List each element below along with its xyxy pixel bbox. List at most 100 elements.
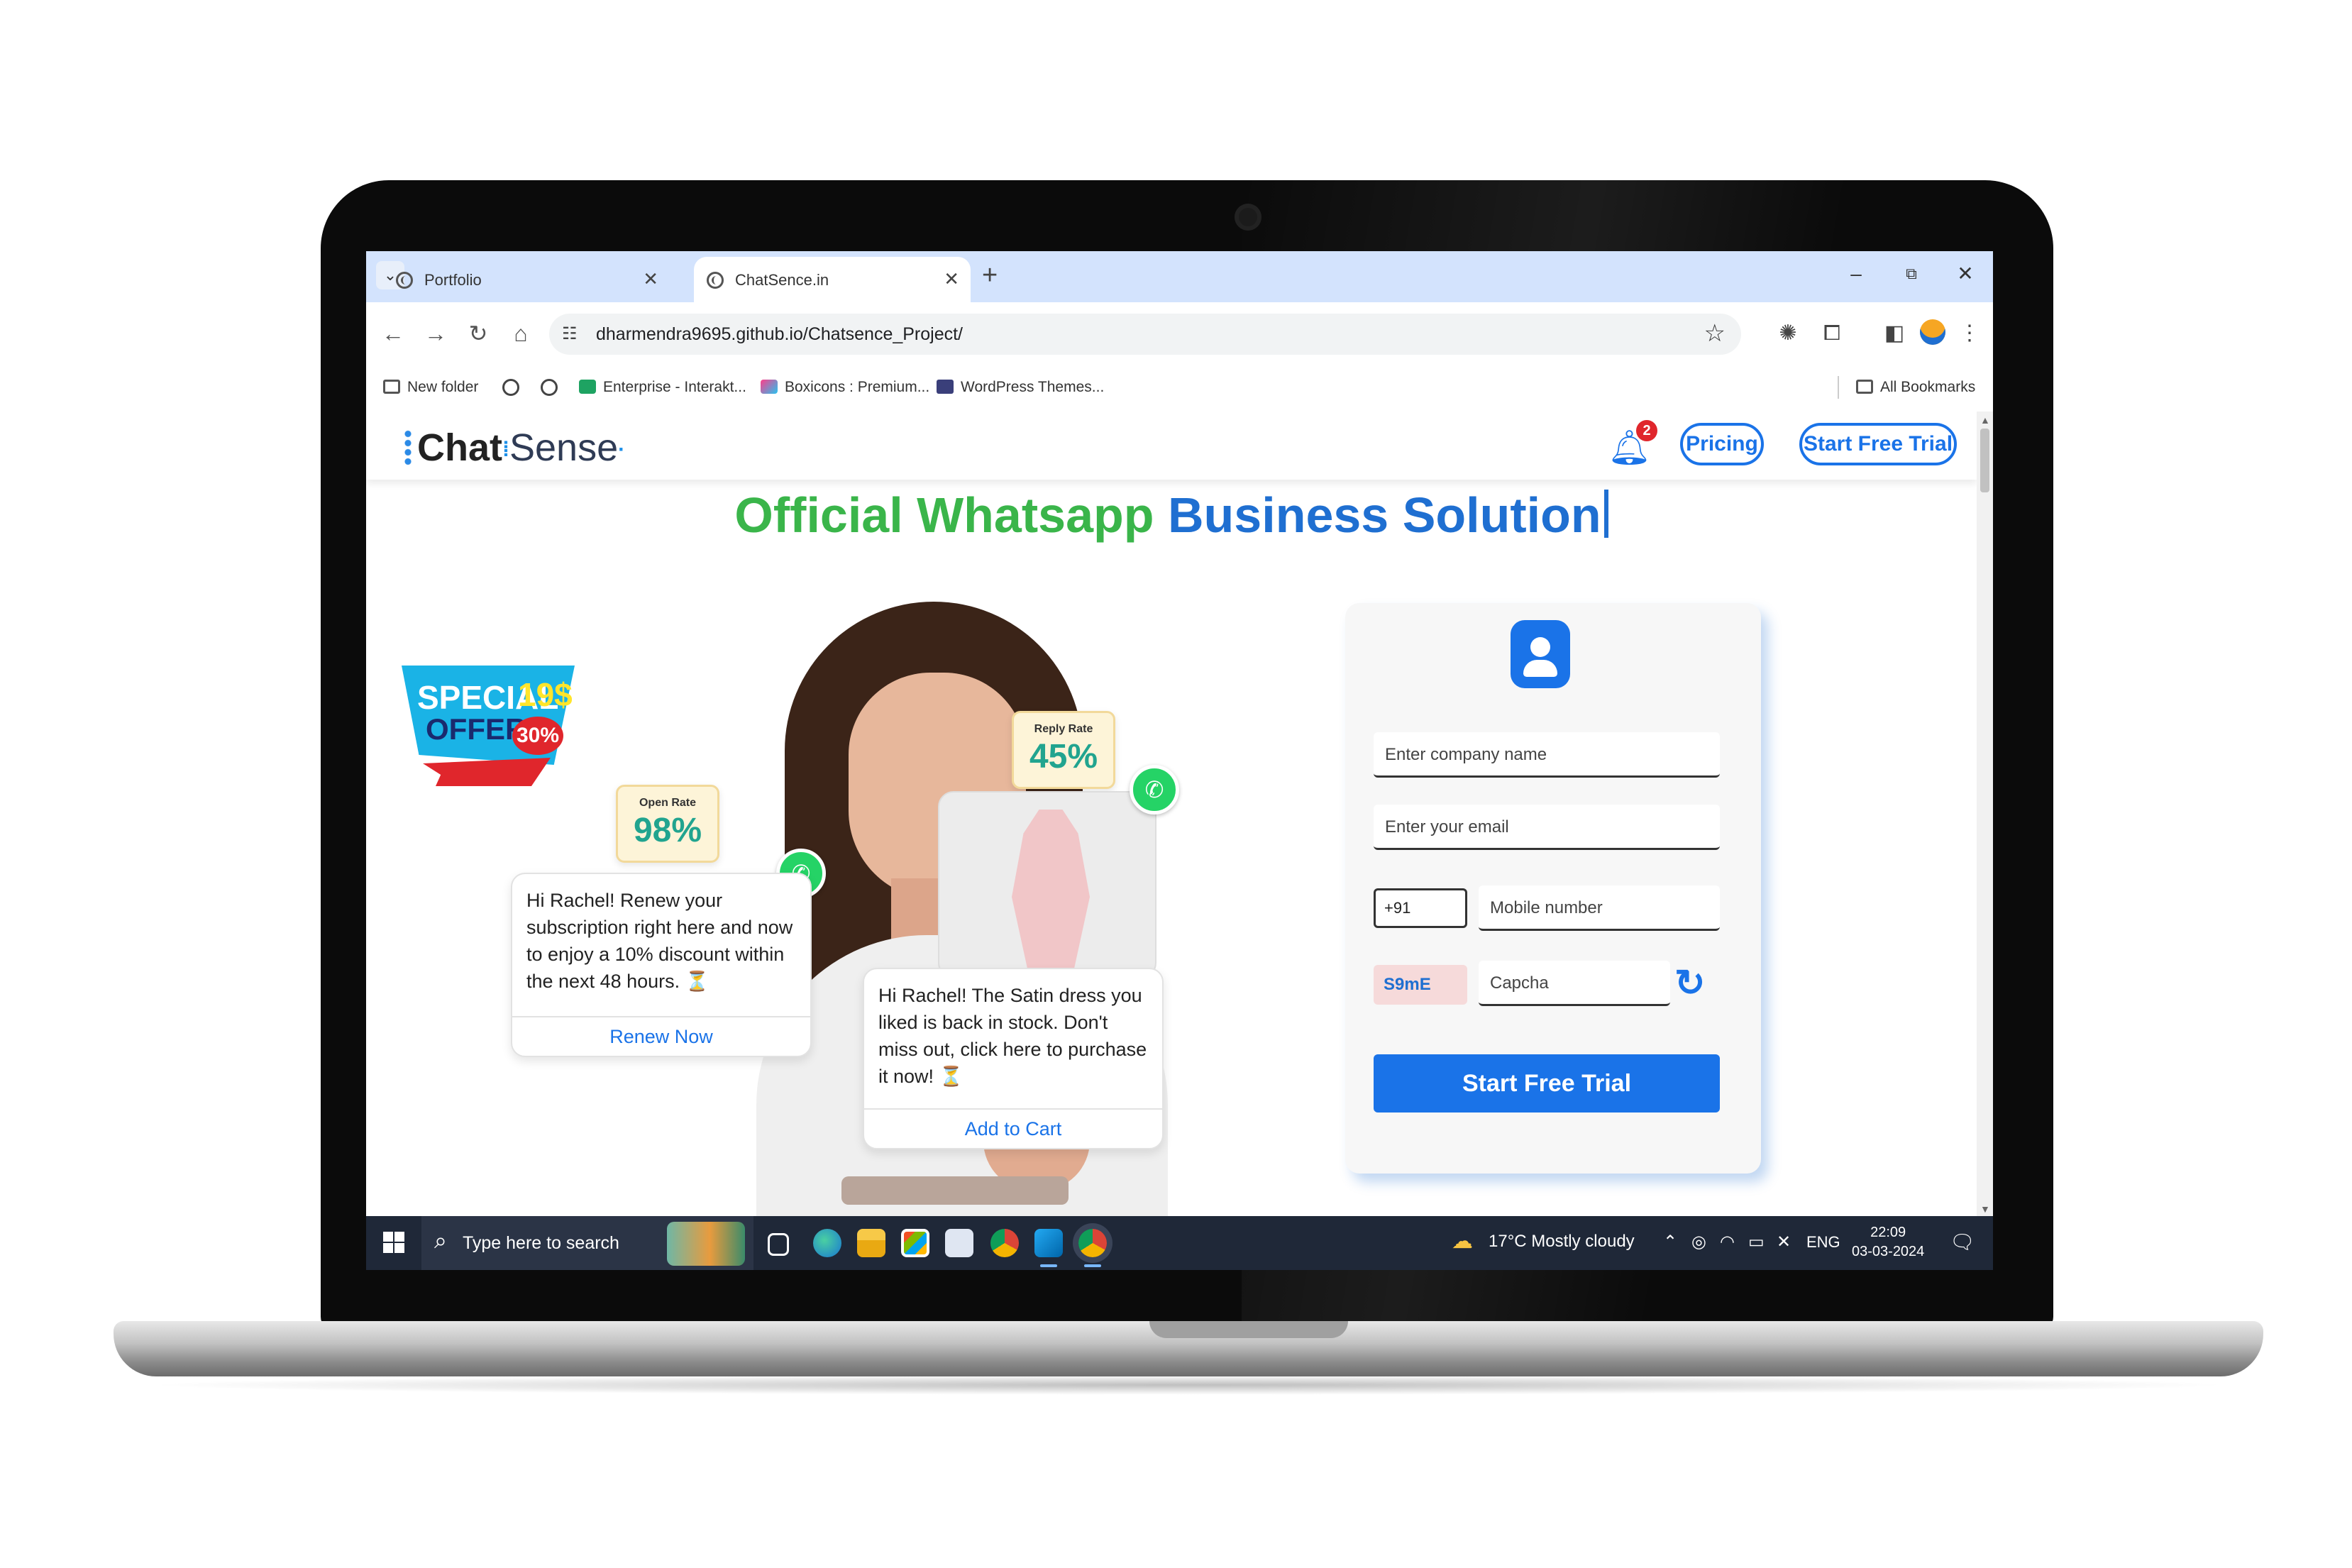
site-info-icon[interactable]: ☷: [562, 324, 578, 344]
chevron-up-icon[interactable]: ⌃: [1663, 1232, 1677, 1252]
wordpress-icon: [937, 380, 954, 394]
forward-button[interactable]: →: [421, 318, 450, 349]
close-tab-icon[interactable]: ✕: [944, 268, 959, 290]
close-tab-icon[interactable]: ✕: [643, 268, 658, 290]
bookmark-boxicons[interactable]: Boxicons : Premium...: [761, 379, 929, 396]
captcha-code: S9mE: [1374, 965, 1467, 1005]
form-start-trial-button[interactable]: Start Free Trial: [1374, 1054, 1720, 1112]
bookmarks-divider: [1838, 376, 1839, 399]
battery-icon[interactable]: ▭: [1748, 1232, 1765, 1252]
tab-portfolio[interactable]: Portfolio ✕: [383, 257, 670, 302]
stat-value: 98%: [633, 812, 702, 849]
vscode-icon[interactable]: [1034, 1229, 1063, 1267]
captcha-input[interactable]: Capcha: [1479, 961, 1670, 1006]
refresh-captcha-icon[interactable]: ↻: [1674, 962, 1706, 1005]
restore-button[interactable]: ⧉: [1897, 261, 1926, 287]
windows-start-icon[interactable]: [383, 1232, 404, 1253]
bookmark-globe-1[interactable]: [502, 379, 526, 398]
scroll-down-icon[interactable]: ▼: [1980, 1203, 1990, 1215]
renew-now-link[interactable]: Renew Now: [512, 1016, 810, 1056]
nav-start-trial-button[interactable]: Start Free Trial: [1799, 423, 1957, 465]
photos-icon[interactable]: [945, 1229, 973, 1257]
bookmark-interakt[interactable]: Enterprise - Interakt...: [579, 379, 746, 396]
reply-rate-card: Reply Rate 45%: [1012, 711, 1115, 789]
weather-icon[interactable]: ☁: [1452, 1229, 1473, 1254]
store-icon[interactable]: [901, 1229, 929, 1257]
notification-badge: 2: [1636, 420, 1657, 441]
scroll-up-icon[interactable]: ▲: [1980, 414, 1990, 426]
extension-icon[interactable]: ✺: [1774, 319, 1802, 348]
logo-chat-text: Chat: [417, 426, 502, 469]
network-icon[interactable]: ◎: [1691, 1232, 1706, 1252]
bookmark-star-icon[interactable]: ☆: [1704, 319, 1726, 348]
interakt-icon: [579, 380, 596, 394]
chat-bubble-dress: Hi Rachel! The Satin dress you liked is …: [863, 968, 1164, 1149]
chrome-active-icon[interactable]: [1078, 1229, 1107, 1267]
page-scrollbar[interactable]: ▲ ▼: [1977, 412, 1993, 1216]
chrome-icon[interactable]: [990, 1229, 1019, 1257]
minimize-button[interactable]: –: [1842, 261, 1870, 287]
language-indicator[interactable]: ENG: [1806, 1233, 1840, 1252]
back-button[interactable]: ←: [379, 318, 407, 349]
country-code-input[interactable]: +91: [1374, 888, 1467, 928]
wifi-icon[interactable]: ◠: [1720, 1232, 1735, 1252]
folder-icon: [1856, 380, 1873, 394]
whatsapp-icon: ✆: [1130, 765, 1179, 815]
address-bar[interactable]: ☷ dharmendra9695.github.io/Chatsence_Pro…: [549, 314, 1741, 355]
profile-avatar[interactable]: [1920, 319, 1945, 345]
bookmark-label: Boxicons : Premium...: [785, 379, 930, 395]
logo-sense-text: Sense: [509, 426, 619, 469]
bookmark-globe-2[interactable]: [541, 379, 565, 398]
system-clock[interactable]: 22:09 03-03-2024: [1852, 1223, 1924, 1261]
user-body-shape: [1523, 660, 1557, 677]
speaker-muted-icon[interactable]: ✕: [1777, 1232, 1791, 1252]
pricing-button[interactable]: Pricing: [1680, 423, 1764, 465]
belt-shape: [841, 1176, 1069, 1205]
extensions-puzzle-icon[interactable]: ⧠: [1818, 319, 1846, 348]
reload-button[interactable]: ↻: [464, 318, 492, 349]
company-name-input[interactable]: Enter company name: [1374, 732, 1720, 778]
globe-icon: [502, 379, 519, 396]
search-placeholder: Type here to search: [463, 1233, 619, 1253]
taskbar-search[interactable]: ⌕ Type here to search: [421, 1216, 753, 1270]
clock-date: 03-03-2024: [1852, 1244, 1925, 1259]
search-highlight-image: [667, 1222, 745, 1266]
logo-dot-icon: ⁞: [502, 438, 509, 461]
webcam: [1235, 204, 1261, 231]
edge-icon[interactable]: [813, 1229, 841, 1257]
url-text[interactable]: dharmendra9695.github.io/Chatsence_Proje…: [596, 324, 963, 345]
new-tab-button[interactable]: +: [982, 261, 998, 289]
globe-icon: [396, 272, 413, 289]
open-rate-card: Open Rate 98%: [616, 785, 719, 863]
logo-dot-icon: ·: [618, 438, 626, 461]
bookmark-label: New folder: [407, 379, 479, 395]
scroll-thumb[interactable]: [1980, 429, 1989, 492]
bookmark-label: Enterprise - Interakt...: [603, 379, 746, 395]
email-input[interactable]: Enter your email: [1374, 805, 1720, 850]
home-button[interactable]: ⌂: [507, 318, 535, 349]
all-bookmarks-button[interactable]: All Bookmarks: [1856, 379, 1975, 396]
site-logo[interactable]: Chat⁞Sense·: [403, 426, 625, 470]
bookmarks-bar: New folder Enterprise - Interakt... Boxi…: [366, 366, 1993, 413]
add-to-cart-link[interactable]: Add to Cart: [864, 1108, 1162, 1148]
search-icon: ⌕: [434, 1227, 447, 1253]
base-notch: [1149, 1321, 1348, 1338]
bubble-message: Hi Rachel! The Satin dress you liked is …: [878, 985, 1147, 1087]
file-explorer-icon[interactable]: [857, 1229, 885, 1257]
laptop-screen: ⌄ Portfolio ✕ ChatSence.in ✕ + – ⧉ ✕ ← →…: [366, 251, 1993, 1270]
tab-chatsence[interactable]: ChatSence.in ✕: [694, 257, 971, 302]
side-panel-icon[interactable]: ◧: [1880, 319, 1909, 348]
chat-bubble-renew: Hi Rachel! Renew your subscription right…: [511, 873, 812, 1057]
offer-line2: OFFER: [426, 712, 527, 746]
bookmark-label: WordPress Themes...: [961, 379, 1105, 395]
weather-text[interactable]: 17°C Mostly cloudy: [1489, 1232, 1635, 1252]
bookmark-wordpress[interactable]: WordPress Themes...: [937, 379, 1104, 396]
bookmark-new-folder[interactable]: New folder: [383, 379, 478, 396]
close-window-button[interactable]: ✕: [1951, 261, 1980, 287]
browser-toolbar: ← → ↻ ⌂ ☷ dharmendra9695.github.io/Chats…: [366, 302, 1993, 366]
notification-center-icon[interactable]: 🗨︎: [1950, 1230, 1975, 1254]
user-head-shape: [1530, 637, 1550, 657]
task-view-icon[interactable]: [768, 1233, 789, 1256]
mobile-number-input[interactable]: Mobile number: [1479, 885, 1720, 931]
menu-kebab-icon[interactable]: ⋮: [1955, 319, 1984, 348]
